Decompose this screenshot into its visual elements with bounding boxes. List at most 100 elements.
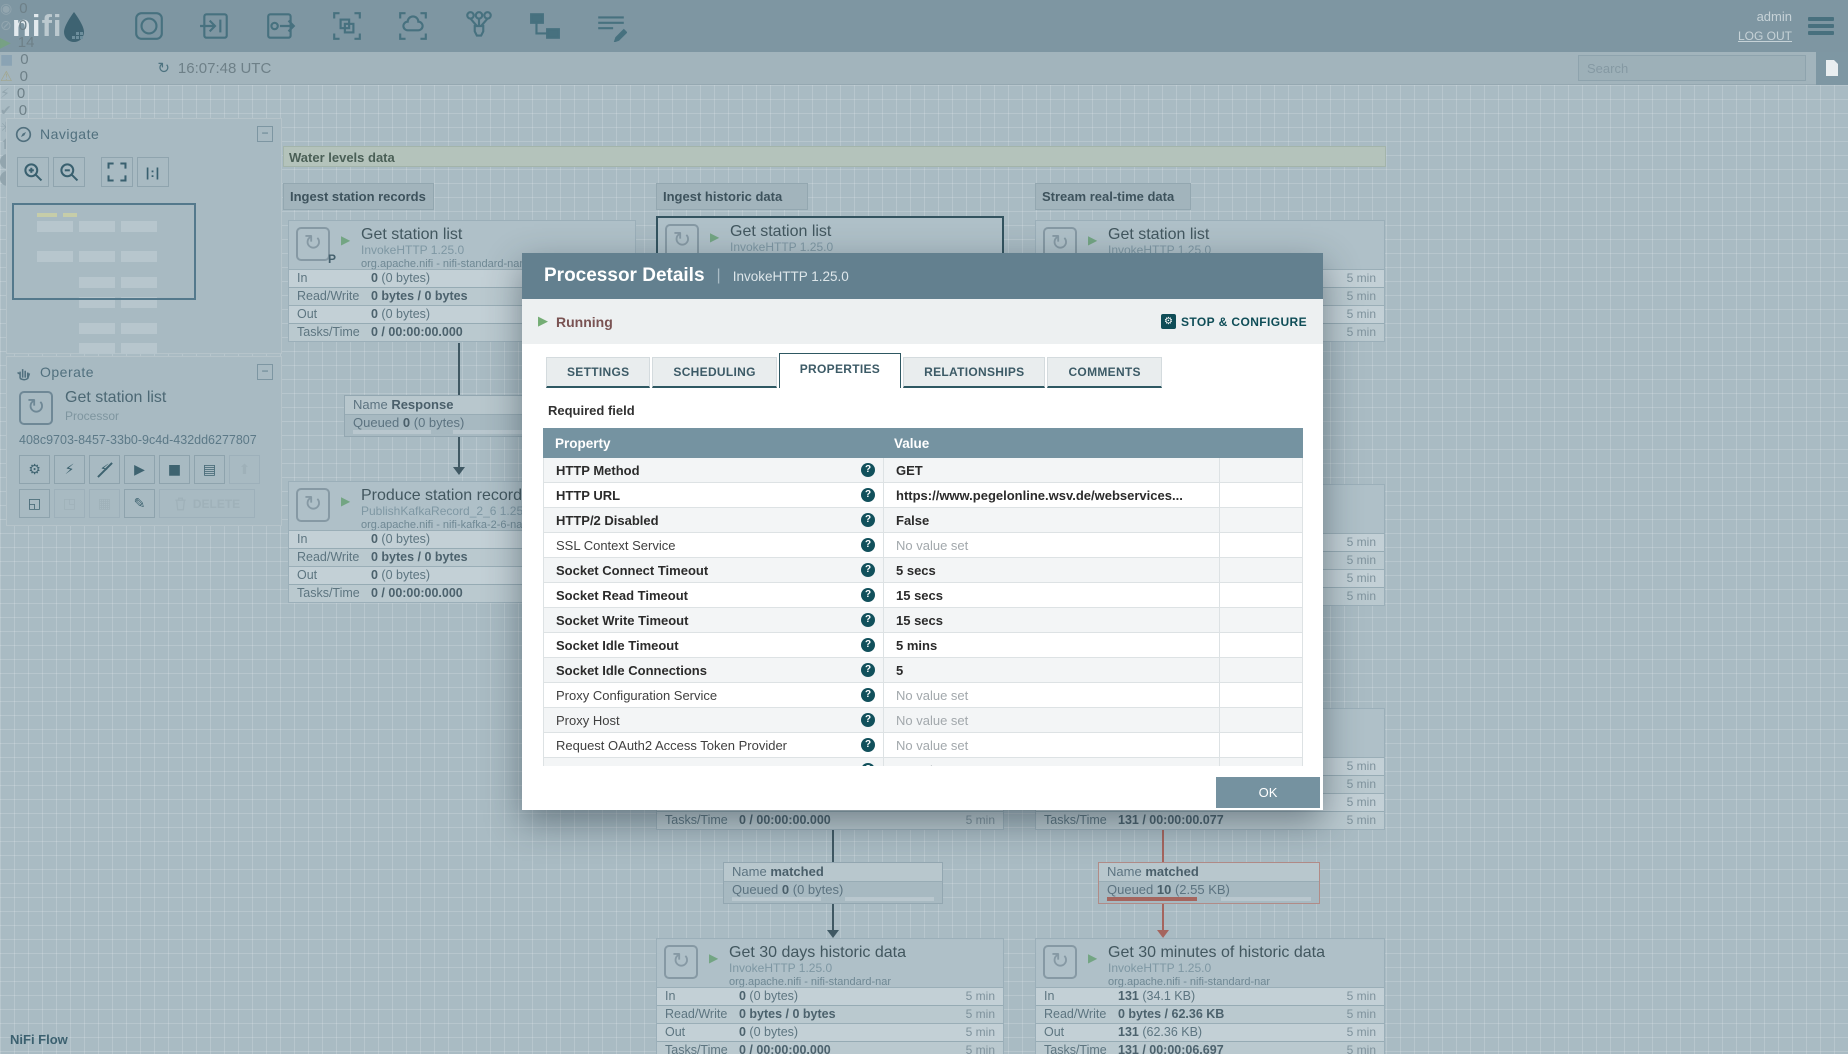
help-icon[interactable]: ?	[861, 538, 875, 552]
processor-type: InvokeHTTP 1.25.0	[1108, 961, 1212, 976]
birdseye-minimap[interactable]	[9, 199, 279, 357]
property-row: HTTP/2 Disabled ? False	[544, 508, 1302, 533]
connection-label-matched-right[interactable]: Name matched Queued 10 (2.55 KB)	[1098, 862, 1320, 904]
process-group-icon[interactable]	[331, 10, 363, 42]
operate-action-button[interactable]: ◳	[54, 489, 85, 518]
connection-label-response[interactable]: Name Response Queued 0 (0 bytes)	[344, 395, 540, 437]
breadcrumb[interactable]: NiFi Flow	[10, 1032, 68, 1047]
refresh-icon[interactable]: ↻	[157, 59, 170, 77]
property-value: No value set	[883, 733, 1219, 757]
processor-type-icon: ↻ P	[296, 227, 336, 266]
collapse-navigate-button[interactable]: −	[257, 126, 273, 142]
processor-name: Get 30 days historic data	[729, 944, 906, 961]
delete-button[interactable]: DELETE	[159, 489, 255, 518]
connection-line[interactable]	[458, 437, 460, 467]
canvas-label-stream-real-time-data[interactable]: Stream real-time data	[1035, 183, 1191, 210]
zoom-fit-button[interactable]	[101, 157, 133, 187]
help-icon[interactable]: ?	[861, 588, 875, 602]
global-menu-icon[interactable]	[1808, 14, 1834, 38]
help-icon[interactable]: ?	[861, 738, 875, 752]
help-icon[interactable]: ?	[861, 463, 875, 477]
status-icon: ⊘	[0, 17, 12, 34]
processor-name: Get station list	[1108, 226, 1210, 243]
help-icon[interactable]: ?	[861, 688, 875, 702]
running-status-icon: ▶	[1088, 233, 1098, 247]
help-icon[interactable]: ?	[861, 513, 875, 527]
status-item: ⊘ 0	[0, 17, 126, 34]
canvas-label-ingest-station-records[interactable]: Ingest station records	[283, 183, 434, 210]
dialog-tab[interactable]: SCHEDULING	[652, 357, 777, 388]
minimap-viewport[interactable]	[12, 203, 196, 300]
operate-action-button[interactable]: ◱	[19, 489, 50, 518]
processor-stat-row: In 0 (0 bytes) 5 min	[657, 987, 1003, 1005]
connection-label-matched-left[interactable]: Name matched Queued 0 (0 bytes)	[723, 862, 943, 904]
property-value: No value set	[883, 758, 1219, 766]
dialog-tab[interactable]: SETTINGS	[546, 357, 651, 388]
connection-line[interactable]	[1162, 830, 1164, 862]
funnel-icon[interactable]	[463, 10, 495, 42]
property-row: Proxy Configuration Service ? No value s…	[544, 683, 1302, 708]
processor-get-30-days-historic-data[interactable]: ↻ ▶ Get 30 days historic data InvokeHTTP…	[656, 938, 1004, 1054]
property-value: 5 mins	[883, 633, 1219, 657]
dialog-tab[interactable]: PROPERTIES	[778, 353, 902, 388]
help-icon[interactable]: ?	[861, 713, 875, 727]
connection-line[interactable]	[1162, 904, 1164, 930]
processor-type-icon: ↻	[296, 488, 330, 522]
connection-line[interactable]	[832, 904, 834, 930]
operate-action-button[interactable]: ⬆	[229, 455, 260, 484]
remote-process-group-icon[interactable]	[397, 10, 429, 42]
property-name: Request OAuth2 Access Token Provider	[556, 737, 787, 753]
last-refresh-time: 16:07:48 UTC	[177, 59, 272, 77]
help-icon[interactable]: ?	[861, 763, 875, 766]
operate-action-button[interactable]: ⚙	[19, 455, 50, 484]
dialog-tab[interactable]: COMMENTS	[1047, 357, 1162, 388]
help-icon[interactable]: ?	[861, 613, 875, 627]
zoom-actual-size-button[interactable]: |:|	[137, 157, 169, 187]
property-value: False	[883, 508, 1219, 532]
canvas-label-water-levels[interactable]: Water levels data	[283, 146, 1386, 167]
help-icon[interactable]: ?	[861, 563, 875, 577]
birdseye-toggle-icon[interactable]	[1816, 51, 1848, 85]
status-count: 0	[18, 102, 28, 119]
connection-line[interactable]	[832, 830, 834, 862]
output-port-icon[interactable]	[265, 10, 297, 42]
operate-action-button[interactable]: ⚡	[54, 455, 85, 484]
operate-action-button[interactable]: ■	[159, 455, 190, 484]
app-header: ni fi admin LOG OUT	[0, 0, 1848, 52]
property-row: HTTP Method ? GET	[544, 458, 1302, 483]
ok-button[interactable]: OK	[1216, 777, 1320, 808]
label-icon[interactable]	[595, 10, 627, 43]
processor-get-30-minutes-historic-data[interactable]: ↻ ▶ Get 30 minutes of historic data Invo…	[1035, 938, 1385, 1054]
template-icon[interactable]	[529, 10, 561, 42]
processor-name: Get station list	[361, 226, 463, 243]
dialog-tab[interactable]: RELATIONSHIPS	[903, 357, 1046, 388]
help-icon[interactable]: ?	[861, 638, 875, 652]
collapse-operate-button[interactable]: −	[257, 364, 273, 380]
operate-action-button[interactable]: ✎	[124, 489, 155, 518]
canvas-label-ingest-historic-data[interactable]: Ingest historic data	[656, 183, 808, 210]
property-value: GET	[883, 458, 1219, 482]
operate-action-button[interactable]: ▤	[194, 455, 225, 484]
operate-action-button[interactable]: ▦	[89, 489, 120, 518]
help-icon[interactable]: ?	[861, 663, 875, 677]
connection-line[interactable]	[458, 343, 460, 395]
logout-link[interactable]: LOG OUT	[1738, 27, 1792, 45]
status-item: ◉ 0	[0, 0, 126, 17]
zoom-in-button[interactable]	[17, 157, 49, 187]
operate-action-button[interactable]: ⚡	[89, 455, 120, 484]
search-input[interactable]	[1578, 55, 1806, 81]
status-item: ■ 0	[0, 51, 126, 68]
property-row: Socket Connect Timeout ? 5 secs	[544, 558, 1302, 583]
property-row: Request Username ? No value set	[544, 758, 1302, 766]
zoom-out-button[interactable]	[53, 157, 85, 187]
processor-type: InvokeHTTP 1.25.0	[729, 961, 833, 976]
stop-and-configure-button[interactable]: ⚙ STOP & CONFIGURE	[1161, 314, 1307, 329]
property-row: Socket Idle Connections ? 5	[544, 658, 1302, 683]
operate-action-button[interactable]: ▶	[124, 455, 155, 484]
help-icon[interactable]: ?	[861, 488, 875, 502]
property-name: Socket Write Timeout	[556, 612, 689, 628]
property-row: Proxy Host ? No value set	[544, 708, 1302, 733]
running-status-text: Running	[556, 313, 613, 330]
input-port-icon[interactable]	[199, 10, 231, 42]
status-icon: ✔	[0, 102, 12, 119]
